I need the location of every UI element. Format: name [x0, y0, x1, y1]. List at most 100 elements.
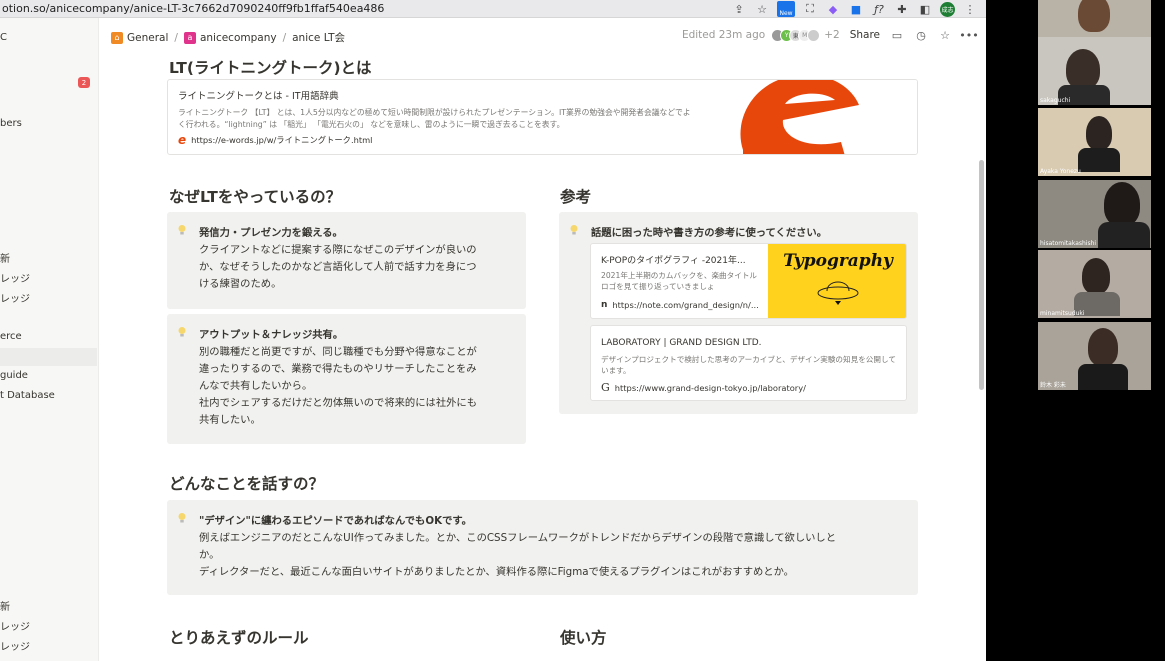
- share-button[interactable]: Share: [850, 29, 880, 41]
- breadcrumb-separator: /: [282, 31, 287, 44]
- bookmark-url: https://e-words.jp/w/ライトニングトーク.html: [191, 135, 373, 145]
- bookmark-thumbnail: [723, 80, 917, 154]
- callout-line: 別の職種だと尚更ですが、同じ職種でも分野や得意なことが: [199, 346, 477, 358]
- hat-illustration-icon: [817, 281, 859, 305]
- url-text[interactable]: otion.so/anicecompany/anice-LT-3c7662d70…: [0, 2, 384, 15]
- extension-purple-icon[interactable]: ◆: [825, 1, 841, 17]
- participant-face: [1082, 258, 1110, 294]
- participant-tile[interactable]: minamitsuduki: [1038, 250, 1151, 318]
- anicecompany-icon: a: [183, 31, 196, 44]
- more-collaborators-count[interactable]: +2: [824, 29, 839, 41]
- bookmark-star-icon[interactable]: ☆: [754, 1, 770, 17]
- bookmark-card-kpop-typography[interactable]: K-POPのタイポグラフィ -2021年... 2021年上半期のカムバックを、…: [590, 243, 907, 319]
- participant-name: 鈴木 彩未: [1040, 382, 1066, 389]
- breadcrumb-anicecompany[interactable]: anicecompany: [200, 32, 277, 44]
- breadcrumb-separator: /: [174, 31, 178, 44]
- participant-tile[interactable]: Ayaka Yonezu: [1038, 108, 1151, 176]
- screenshot-icon[interactable]: ⛶: [802, 1, 818, 17]
- callout-line: か。: [199, 549, 220, 561]
- callout-line: ディレクターだと、最近こんな面白いサイトがありましたとか、資料作る際にFigma…: [199, 566, 794, 578]
- lightbulb-icon: [178, 225, 186, 235]
- participant-face: [1086, 116, 1112, 150]
- callout-presentation: 発信力・プレゼン力を鍛える。 クライアントなどに提案する際になぜこのデザインが良…: [167, 212, 526, 309]
- e-words-favicon-icon: e: [178, 133, 187, 147]
- notification-badge: 2: [78, 77, 90, 88]
- sidebar-item-active[interactable]: [0, 348, 97, 366]
- participant-shoulders: [1078, 148, 1120, 172]
- address-bar[interactable]: otion.so/anicecompany/anice-LT-3c7662d70…: [0, 0, 986, 18]
- participant-face: [1066, 49, 1100, 89]
- callout-output-knowledge: アウトプット＆ナレッジ共有。 別の職種だと尚更ですが、同じ職種でも分野や得意なこ…: [167, 314, 526, 444]
- participant-name: hisatomitakashishi: [1040, 240, 1097, 247]
- bookmark-title: K-POPのタイポグラフィ -2021年...: [601, 256, 746, 266]
- note-favicon-icon: n: [601, 300, 608, 310]
- breadcrumb-anice-lt[interactable]: anice LT会: [292, 30, 345, 45]
- callout-title: アウトプット＆ナレッジ共有。: [199, 329, 344, 341]
- share-page-icon[interactable]: ⇪: [731, 1, 747, 17]
- sidebar-item[interactable]: レッジ: [0, 638, 30, 653]
- bookmark-description: ライトニングトーク 【LT】 とは、1人5分以内などの極めて短い時間制限が設けら…: [178, 108, 691, 129]
- sidebar-item[interactable]: C: [0, 32, 7, 43]
- sidebar-item[interactable]: レッジ: [0, 618, 30, 633]
- more-horiz-icon[interactable]: •••: [959, 28, 978, 42]
- bookmark-description: デザインプロジェクトで検討した思考のアーカイブと、デザイン実験の知見を公開してい…: [601, 355, 896, 375]
- comments-icon[interactable]: ▭: [890, 28, 904, 42]
- edited-timestamp: Edited 23m ago: [681, 29, 766, 41]
- sidebar-item[interactable]: レッジ: [0, 290, 30, 305]
- bookmark-title: ライトニングトークとは - IT用語辞典: [178, 91, 339, 102]
- more-vert-icon[interactable]: ⋮: [962, 1, 978, 17]
- notion-topbar: ⌂ General / a anicecompany / anice LT会 E…: [99, 18, 986, 56]
- typography-thumbnail: Typography: [768, 244, 906, 318]
- favorite-star-icon[interactable]: ☆: [938, 28, 952, 42]
- sidebar-item-database[interactable]: t Database: [0, 390, 55, 401]
- participant-name: minamitsuduki: [1040, 310, 1085, 317]
- history-icon[interactable]: ◷: [914, 28, 928, 42]
- heading-what-to-talk: どんなことを話すの？: [169, 475, 325, 493]
- bookmark-card-ewords[interactable]: ライトニングトークとは - IT用語辞典 ライトニングトーク 【LT】 とは、1…: [167, 79, 918, 155]
- sidebar-item-commerce[interactable]: erce: [0, 331, 22, 342]
- sidebar-item-guide[interactable]: guide: [0, 370, 28, 381]
- e-words-logo-icon: [740, 80, 859, 154]
- participant-shoulders: [1078, 364, 1128, 390]
- breadcrumb: ⌂ General / a anicecompany / anice LT会: [111, 30, 345, 45]
- participant-face: [1088, 328, 1118, 366]
- sidebar-item[interactable]: レッジ: [0, 270, 30, 285]
- page-content: LT(ライトニングトーク)とは ライトニングトークとは - IT用語辞典 ライト…: [99, 56, 986, 661]
- video-participants-panel: takenobu_tomoko sakaguchi Ayaka Yonezu h…: [986, 0, 1165, 661]
- callout-topics: "デザイン"に纏わるエピソードであればなんでもOKです。 例えばエンジニアのだと…: [167, 500, 918, 595]
- bookmark-url-row: e https://e-words.jp/w/ライトニングトーク.html: [178, 133, 373, 147]
- heading-why-lt: なぜLTをやっているの？: [169, 188, 342, 206]
- sidepanel-icon[interactable]: ◧: [917, 1, 933, 17]
- participant-shoulders: [1098, 222, 1150, 248]
- participant-tile[interactable]: hisatomitakashishi: [1038, 180, 1151, 248]
- callout-line: クライアントなどに提案する際になぜこのデザインが良いの: [199, 244, 477, 256]
- sidebar-item-members[interactable]: bers: [0, 118, 22, 129]
- bookmark-url: https://www.grand-design-tokyo.jp/labora…: [614, 382, 806, 393]
- new-extension-icon[interactable]: New: [777, 1, 795, 17]
- callout-line: 共有したい。: [199, 414, 261, 426]
- sidebar-item[interactable]: 新: [0, 250, 10, 265]
- puzzle-extensions-icon[interactable]: ✚: [894, 1, 910, 17]
- topbar-actions: Edited 23m ago Y 東 M +2 Share ▭ ◷ ☆ •••: [681, 28, 979, 42]
- bookmark-card-grand-design-lab[interactable]: LABORATORY | GRAND DESIGN LTD. デザインプロジェク…: [590, 325, 907, 401]
- function-icon[interactable]: ƒ?: [871, 1, 887, 17]
- presence-avatars[interactable]: Y 東 M +2: [771, 28, 840, 42]
- participant-face: [1104, 182, 1140, 226]
- heading-lt: LT(ライトニングトーク)とは: [169, 59, 372, 77]
- participant-tile[interactable]: 鈴木 彩未: [1038, 322, 1151, 390]
- home-icon: ⌂: [111, 31, 123, 44]
- callout-line: ける練習のため。: [199, 278, 282, 290]
- extension-blue-icon[interactable]: ■: [848, 1, 864, 17]
- breadcrumb-general[interactable]: General: [127, 32, 168, 44]
- profile-avatar[interactable]: 成志: [940, 1, 955, 17]
- lightbulb-icon: [178, 513, 186, 523]
- bookmark-url-row: G https://www.grand-design-tokyo.jp/labo…: [601, 381, 806, 394]
- grand-design-favicon-icon: G: [601, 381, 610, 394]
- callout-line: か、なぜそうしたのかなど言語化して人前で話す力を身につ: [199, 261, 477, 273]
- participant-tile[interactable]: sakaguchi: [1038, 37, 1151, 105]
- participant-name: Ayaka Yonezu: [1040, 168, 1081, 175]
- avatar: [807, 28, 821, 42]
- sidebar-item[interactable]: 新: [0, 598, 10, 613]
- page-scrollbar[interactable]: [979, 160, 984, 390]
- bookmark-description: 2021年上半期のカムバックを、楽曲タイトルロゴを見て振り返っていきましょ: [601, 271, 758, 291]
